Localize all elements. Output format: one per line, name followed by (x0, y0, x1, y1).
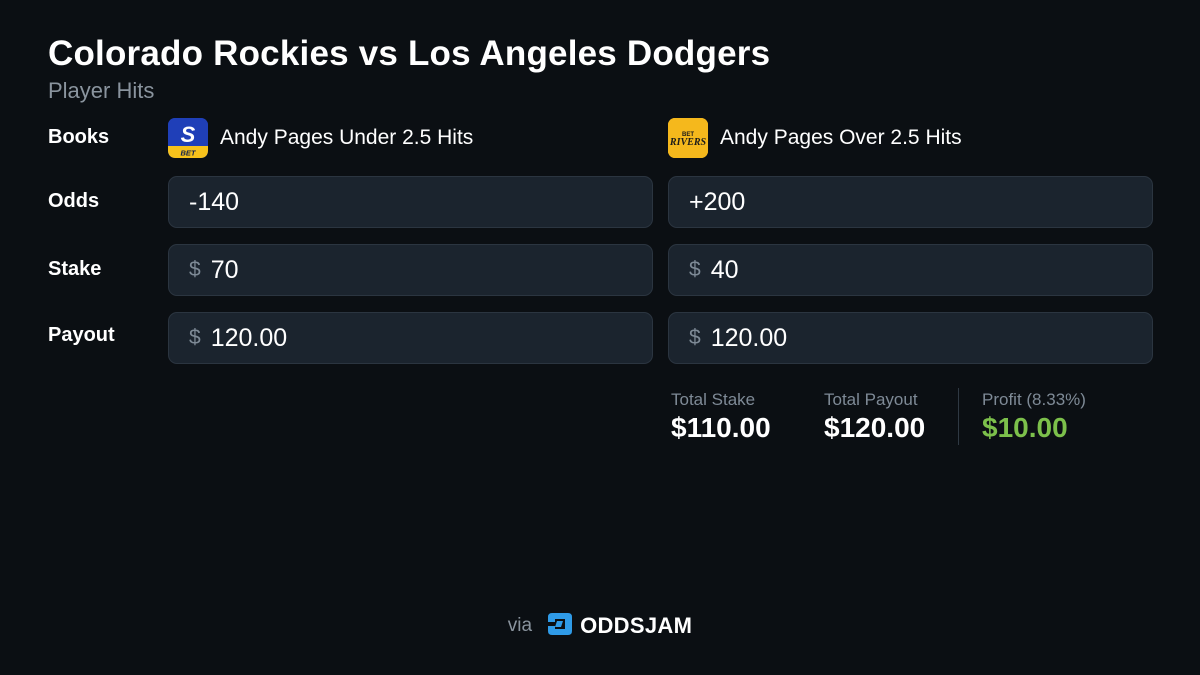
betrivers-logo: BET RIVERS (668, 118, 708, 158)
book-1: S BET Andy Pages Under 2.5 Hits (168, 118, 473, 158)
odds-label: Odds (48, 190, 100, 212)
payout-field-2: $ 120.00 (668, 312, 1153, 364)
stake-value-2: 40 (710, 255, 739, 284)
stake-input-2[interactable]: $ 40 (668, 244, 1153, 296)
payout-field-1: $ 120.00 (168, 312, 653, 364)
odds-value-1: -140 (189, 187, 240, 216)
currency-symbol: $ (189, 326, 201, 349)
stake-label: Stake (48, 258, 102, 280)
thescore-bet-logo: S BET (168, 118, 208, 158)
payout-value-1: 120.00 (210, 323, 288, 352)
odds-input-1[interactable]: -140 (168, 176, 653, 228)
currency-symbol: $ (689, 258, 701, 281)
oddsjam-logo-icon (546, 610, 574, 643)
thescore-logo-text: BET (181, 149, 197, 158)
book-1-market: Andy Pages Under 2.5 Hits (220, 126, 474, 149)
book-2-market: Andy Pages Over 2.5 Hits (720, 126, 962, 149)
books-label: Books (48, 126, 110, 148)
stake-value-1: 70 (210, 255, 239, 284)
total-stake-label: Total Stake (671, 390, 756, 409)
oddsjam-logo-text: ODDSJAM (580, 613, 693, 638)
book-2: BET RIVERS Andy Pages Over 2.5 Hits (668, 118, 962, 158)
payout-label: Payout (48, 324, 115, 346)
odds-input-2[interactable]: +200 (668, 176, 1153, 228)
betrivers-logo-bottom: RIVERS (669, 137, 707, 148)
page-title: Colorado Rockies vs Los Angeles Dodgers (48, 34, 771, 73)
footer: via ODDSJAM (0, 608, 1200, 644)
total-payout-value: $120.00 (824, 412, 926, 443)
oddsjam-brand[interactable]: ODDSJAM (546, 610, 692, 643)
currency-symbol: $ (689, 326, 701, 349)
payout-value-2: 120.00 (710, 323, 788, 352)
stake-input-1[interactable]: $ 70 (168, 244, 653, 296)
via-text: via (507, 615, 533, 636)
odds-value-2: +200 (689, 187, 746, 216)
currency-symbol: $ (189, 258, 201, 281)
page-subtitle: Player Hits (48, 78, 155, 103)
total-payout-label: Total Payout (824, 390, 918, 409)
profit-label: Profit (8.33%) (982, 390, 1086, 409)
total-stake-value: $110.00 (671, 412, 771, 443)
thescore-logo-letter: S (181, 122, 196, 147)
summary-divider (958, 388, 959, 445)
profit-value: $10.00 (982, 412, 1068, 443)
